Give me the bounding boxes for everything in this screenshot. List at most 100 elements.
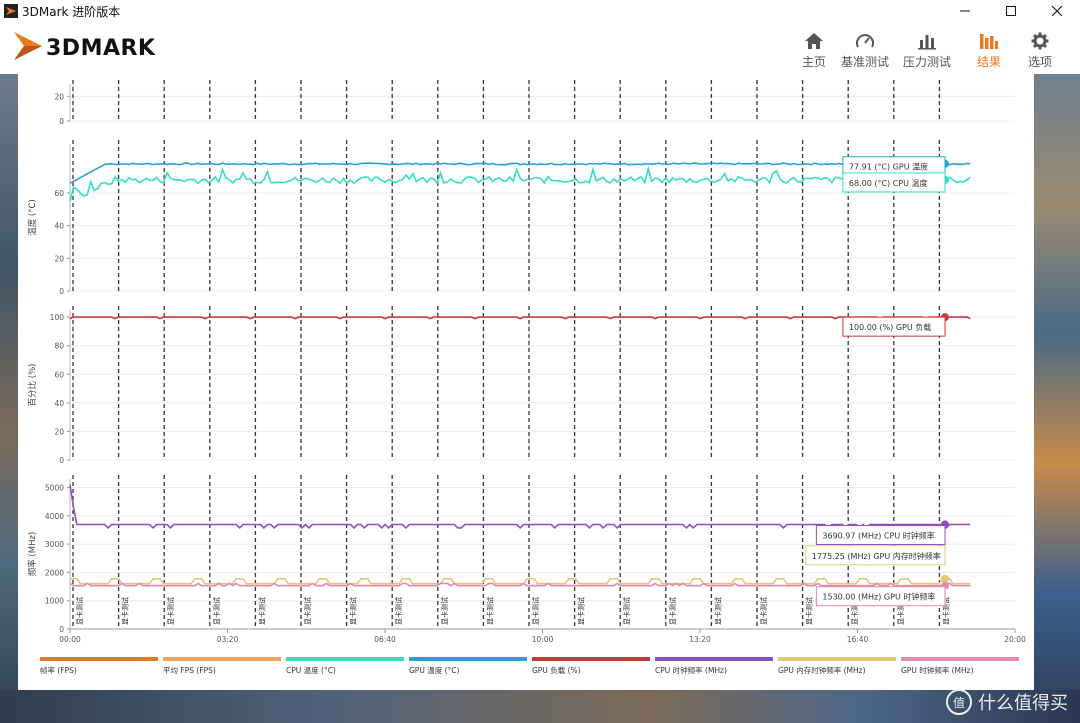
y-tick-label-freq: 5000 [45,483,64,492]
window-title: 3DMark 进阶版本 [22,4,121,19]
test-marker-label: 显卡测试 [75,597,84,625]
y-axis-label-temp: 温度 (°C) [27,199,38,236]
y-tick-label-load: 60 [54,370,64,379]
legend-label: GPU 时钟频率 (MHz) [901,665,974,675]
close-button[interactable] [1034,0,1080,22]
test-marker-label: 显卡测试 [759,597,768,625]
nav-stress[interactable]: 压力测试 [896,26,958,70]
test-marker-label: 显卡测试 [166,597,175,625]
y-tick-label-load: 80 [54,342,64,351]
x-tick-label: 06:40 [374,635,396,644]
legend-label: GPU 内存时钟频率 (MHz) [778,665,866,675]
legend-swatch [40,657,158,661]
y-tick-label-temp: 60 [54,189,64,198]
value-annotation-label: 1530.00 (MHz) GPU 时钟频率 [822,592,935,602]
value-annotation-label: 77.91 (°C) GPU 温度 [849,162,928,172]
legend-swatch [286,657,404,661]
test-marker-label: 显卡测试 [121,597,130,625]
test-marker-label: 显卡测试 [349,597,358,625]
test-marker-label: 显卡测试 [394,597,403,625]
y-tick-label-freq: 1000 [45,597,64,606]
y-axis-label-load: 百分比 (%) [27,364,38,407]
minimize-button[interactable] [942,0,988,22]
test-marker-label: 显卡测试 [622,597,631,625]
x-tick-label: 20:00 [1004,635,1026,644]
legend-label: GPU 温度 (°C) [409,665,460,675]
legend-swatch [532,657,650,661]
test-marker-label: 显卡测试 [531,597,540,625]
y-axis-label-freq: 频率 (MHz) [27,532,38,577]
watermark-text: 什么值得买 [978,693,1068,714]
legend-label: CPU 温度 (°C) [286,665,336,675]
title-bar: 3DMark 进阶版本 [0,0,1080,22]
value-annotation-label: 1775.25 (MHz) GPU 内存时钟频率 [812,551,941,561]
x-tick-label: 10:00 [532,635,554,644]
value-annotation-label: 100.00 (%) GPU 负载 [849,322,931,332]
test-marker-label: 显卡测试 [485,597,494,625]
test-marker-label: 显卡测试 [713,597,722,625]
series-end-marker [941,574,949,583]
home-icon [805,33,823,49]
nav-home[interactable]: 主页 [794,26,834,70]
test-marker-label: 显卡测试 [805,597,814,625]
series-line [69,165,971,202]
close-icon [1052,6,1062,16]
y-tick-label-load: 100 [50,313,65,322]
x-tick-label: 03:20 [217,635,239,644]
gear-icon [1031,32,1049,50]
y-tick-label-fps: 0 [59,117,64,126]
y-tick-label-freq: 4000 [45,512,64,521]
brand-logo: 3DMARK [14,32,156,61]
test-marker-label: 显卡测试 [668,597,677,625]
legend-swatch [409,657,527,661]
nav-options-label: 选项 [1027,55,1052,69]
test-marker-label: 显卡测试 [577,597,586,625]
background-art-bottom [0,690,1080,723]
background-art-right [1034,74,1080,723]
nav-stress-label: 压力测试 [902,55,951,69]
y-tick-label-load: 40 [54,399,64,408]
app-icon [4,4,18,18]
watermark-symbol: 值 [946,689,972,715]
maximize-icon [1006,6,1016,16]
series-line [69,484,971,530]
series-line [70,577,971,585]
y-tick-label-freq: 2000 [45,568,64,577]
legend-swatch [655,657,773,661]
y-tick-label-temp: 40 [54,222,64,231]
nav-benchmark-label: 基准测试 [840,55,889,69]
main-nav: 主页 基准测试 压力测试 结果 选项 [794,26,1060,70]
test-marker-label: 显卡测试 [440,597,449,625]
results-bars-icon [980,34,998,49]
nav-options[interactable]: 选项 [1020,26,1060,70]
y-tick-label-freq: 0 [59,625,64,634]
gauge-icon [856,34,874,48]
app-header: 3DMARK 主页 基准测试 压力测试 结果 选项 [0,22,1080,74]
nav-results-label: 结果 [976,55,1001,69]
x-tick-label: 16:40 [847,635,869,644]
legend-swatch [778,657,896,661]
x-tick-label: 13:20 [689,635,711,644]
nav-results[interactable]: 结果 [958,26,1020,70]
nav-benchmark[interactable]: 基准测试 [834,26,896,70]
y-tick-label-load: 0 [59,456,64,465]
y-tick-label-fps: 20 [54,92,64,101]
maximize-button[interactable] [988,0,1034,22]
legend-label: 帧率 (FPS) [40,665,77,675]
stress-bars-icon [918,35,936,50]
y-tick-label-temp: 20 [54,254,64,263]
legend-label: CPU 时钟频率 (MHz) [655,665,727,675]
y-tick-label-freq: 3000 [45,540,64,549]
value-annotation-label: 68.00 (°C) CPU 温度 [849,178,928,188]
monitoring-chart: 0 20 0 20 40 60 温度 (°C) 0 20 40 60 80 100 百分比 (%) 0 100… [27,80,1026,675]
x-tick-label: 00:00 [59,635,81,644]
legend-label: GPU 负载 (%) [532,665,581,675]
watermark: 值 什么值得买 [946,689,1068,715]
legend-label: 平均 FPS (FPS) [163,665,216,675]
value-annotation-label: 3690.97 (MHz) CPU 时钟频率 [822,531,934,541]
legend-swatch [901,657,1019,661]
y-tick-label-temp: 0 [59,287,64,296]
test-marker-label: 显卡测试 [212,597,221,625]
svg-text:3DMARK: 3DMARK [46,36,156,61]
nav-home-label: 主页 [801,55,826,69]
